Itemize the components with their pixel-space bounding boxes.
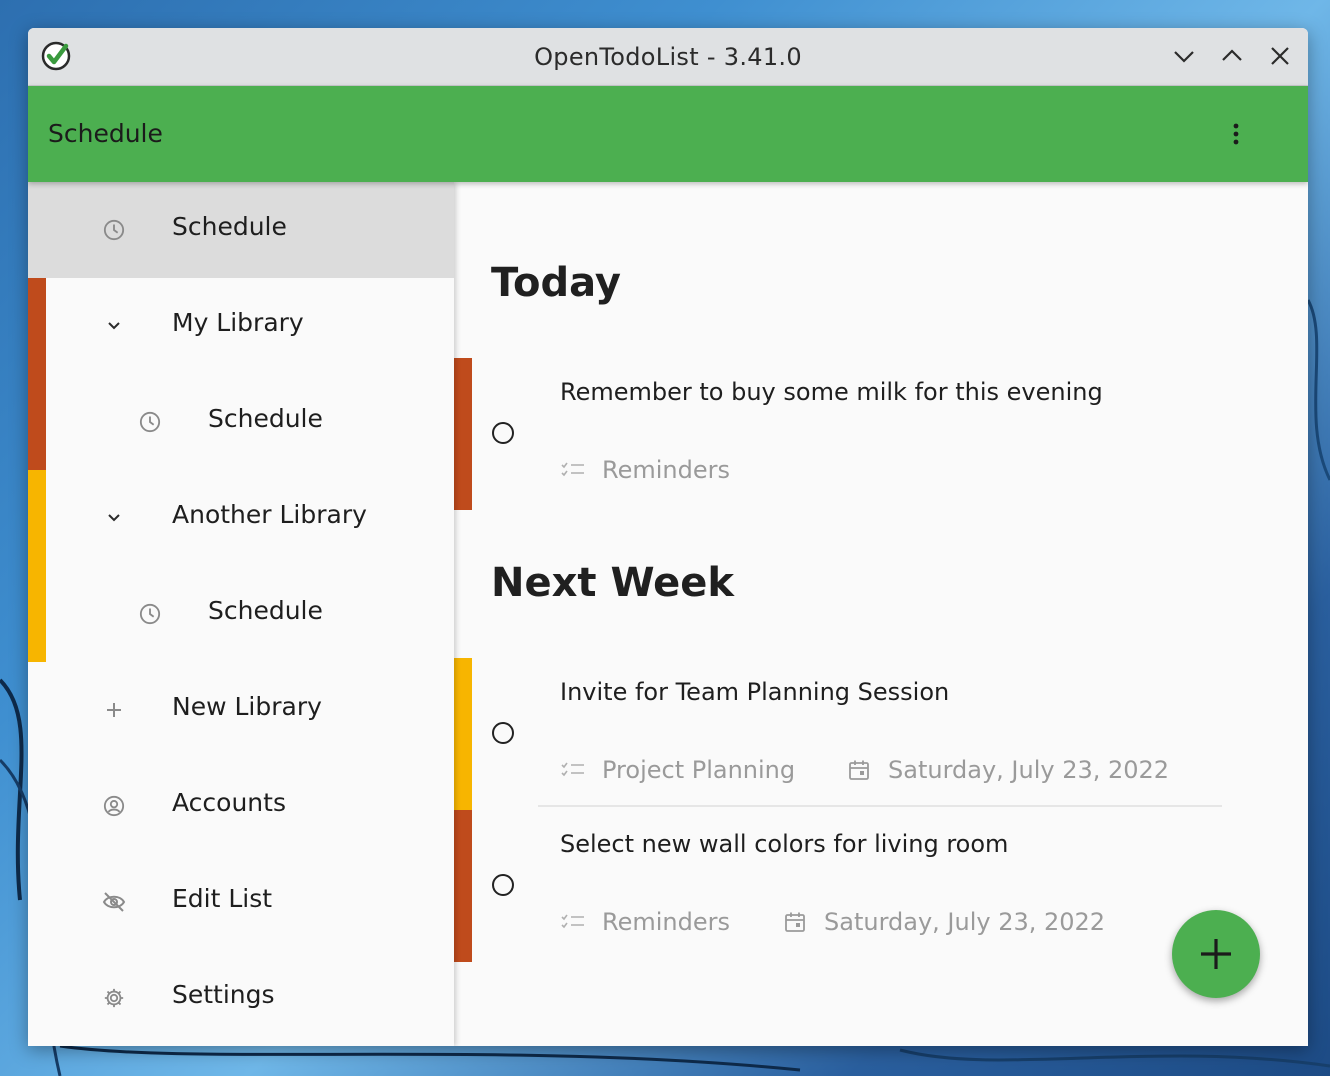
drawer-item-accounts[interactable]: Accounts bbox=[28, 758, 454, 854]
todo-due-date: Saturday, July 23, 2022 bbox=[846, 756, 1169, 784]
minimize-button[interactable] bbox=[1170, 42, 1198, 70]
drawer-item-label: Schedule bbox=[208, 404, 323, 433]
add-todo-button[interactable] bbox=[1172, 910, 1260, 998]
plus-icon bbox=[1201, 939, 1231, 969]
chevron-up-icon bbox=[1222, 49, 1242, 61]
todo-library: Reminders bbox=[560, 908, 730, 936]
drawer-item-new-library[interactable]: New Library bbox=[28, 662, 454, 758]
section-heading-next-week: Next Week bbox=[491, 560, 735, 606]
drawer-item-another-library-schedule[interactable]: Schedule bbox=[28, 566, 454, 662]
todo-item[interactable]: Invite for Team Planning Session Project… bbox=[454, 658, 1308, 810]
gear-icon bbox=[102, 986, 126, 1010]
chevron-down-icon[interactable] bbox=[102, 506, 126, 530]
window-titlebar[interactable]: OpenTodoList - 3.41.0 bbox=[28, 28, 1308, 86]
maximize-button[interactable] bbox=[1218, 42, 1246, 70]
app-toolbar: Schedule bbox=[28, 86, 1308, 182]
todo-library-name: Reminders bbox=[602, 456, 730, 484]
close-icon bbox=[1271, 47, 1289, 65]
todo-due-date: Saturday, July 23, 2022 bbox=[782, 908, 1105, 936]
drawer-item-schedule[interactable]: Schedule bbox=[28, 182, 454, 278]
chevron-down-icon[interactable] bbox=[102, 314, 126, 338]
clock-icon bbox=[138, 410, 162, 434]
eye-off-icon bbox=[102, 890, 126, 914]
checklist-icon bbox=[560, 758, 586, 782]
checklist-icon bbox=[560, 910, 586, 934]
calendar-icon bbox=[846, 758, 872, 782]
section-heading-today: Today bbox=[491, 260, 621, 306]
drawer-item-settings[interactable]: Settings bbox=[28, 950, 454, 1046]
drawer-item-label: Schedule bbox=[208, 596, 323, 625]
calendar-icon bbox=[782, 910, 808, 934]
navigation-drawer: Schedule My Library Schedule Another Lib… bbox=[28, 182, 454, 1046]
todo-library: Project Planning bbox=[560, 756, 795, 784]
close-window-button[interactable] bbox=[1266, 42, 1294, 70]
library-color-bar bbox=[454, 810, 472, 962]
todo-title: Select new wall colors for living room bbox=[560, 830, 1009, 858]
drawer-item-label: Another Library bbox=[172, 500, 367, 529]
todo-item[interactable]: Remember to buy some milk for this eveni… bbox=[454, 358, 1308, 510]
plus-icon bbox=[102, 698, 126, 722]
drawer-item-label: Settings bbox=[172, 980, 275, 1009]
checklist-icon bbox=[560, 458, 586, 482]
window-title: OpenTodoList - 3.41.0 bbox=[534, 42, 802, 71]
drawer-item-label: Accounts bbox=[172, 788, 286, 817]
drawer-item-my-library[interactable]: My Library bbox=[28, 278, 454, 374]
account-circle-icon bbox=[102, 794, 126, 818]
page-title: Schedule bbox=[48, 119, 163, 148]
library-color-bar bbox=[454, 358, 472, 510]
drawer-item-label: My Library bbox=[172, 308, 304, 337]
todo-checkbox[interactable] bbox=[492, 874, 514, 896]
drawer-item-edit-list[interactable]: Edit List bbox=[28, 854, 454, 950]
drawer-item-label: New Library bbox=[172, 692, 322, 721]
drawer-item-label: Schedule bbox=[172, 212, 287, 241]
drawer-item-another-library[interactable]: Another Library bbox=[28, 470, 454, 566]
todo-library-name: Project Planning bbox=[602, 756, 796, 784]
more-vertical-icon bbox=[1233, 123, 1239, 145]
overflow-menu-button[interactable] bbox=[1218, 116, 1254, 152]
todo-checkbox[interactable] bbox=[492, 722, 514, 744]
todo-title: Invite for Team Planning Session bbox=[560, 678, 950, 706]
todo-title: Remember to buy some milk for this eveni… bbox=[560, 378, 1103, 406]
drawer-item-label: Edit List bbox=[172, 884, 273, 913]
chevron-down-icon bbox=[1174, 51, 1194, 63]
todo-due-date-text: Saturday, July 23, 2022 bbox=[888, 756, 1170, 784]
todo-checkbox[interactable] bbox=[492, 422, 514, 444]
schedule-content: Today Remember to buy some milk for this… bbox=[454, 182, 1308, 1046]
todo-due-date-text: Saturday, July 23, 2022 bbox=[824, 908, 1106, 936]
todo-library: Reminders bbox=[560, 456, 730, 484]
library-color-bar bbox=[454, 658, 472, 810]
clock-icon bbox=[102, 218, 126, 242]
app-window: OpenTodoList - 3.41.0 Schedule Schedule bbox=[28, 28, 1308, 1046]
todo-divider bbox=[538, 805, 1222, 807]
clock-icon bbox=[138, 602, 162, 626]
todo-library-name: Reminders bbox=[602, 908, 730, 936]
drawer-item-my-library-schedule[interactable]: Schedule bbox=[28, 374, 454, 470]
app-logo-icon bbox=[40, 40, 72, 72]
